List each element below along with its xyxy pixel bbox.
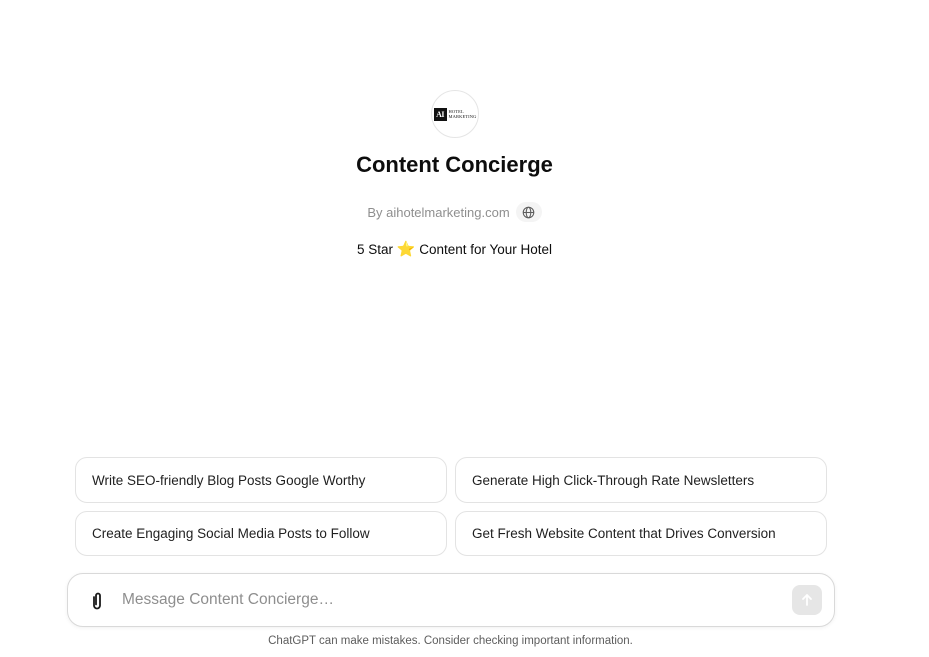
gpt-logo: AI HOTEL MARKETING: [433, 107, 477, 121]
logo-line-2: MARKETING: [448, 114, 477, 119]
suggestion-label: Get Fresh Website Content that Drives Co…: [472, 526, 776, 541]
chat-page: AI HOTEL MARKETING Content Concierge By …: [0, 0, 929, 657]
gpt-tagline: 5 Star ⭐ Content for Your Hotel: [0, 240, 909, 258]
arrow-up-icon: [802, 594, 812, 606]
gpt-title: Content Concierge: [356, 152, 553, 177]
suggestion-label: Create Engaging Social Media Posts to Fo…: [92, 526, 370, 541]
suggestion-website-content[interactable]: Get Fresh Website Content that Drives Co…: [455, 511, 827, 556]
gpt-byline: By aihotelmarketing.com: [0, 202, 909, 222]
disclaimer-text: ChatGPT can make mistakes. Consider chec…: [268, 635, 633, 647]
suggestion-blog-posts[interactable]: Write SEO-friendly Blog Posts Google Wor…: [75, 457, 447, 503]
suggestion-newsletters[interactable]: Generate High Click-Through Rate Newslet…: [455, 457, 827, 503]
logo-text: HOTEL MARKETING: [449, 109, 477, 119]
globe-icon[interactable]: [515, 202, 542, 222]
send-button[interactable]: [792, 585, 822, 615]
message-input[interactable]: [122, 584, 772, 616]
logo-mark: AI: [433, 107, 447, 121]
suggestion-label: Generate High Click-Through Rate Newslet…: [472, 472, 755, 488]
star-icon: ⭐: [396, 241, 416, 258]
suggestion-social-media[interactable]: Create Engaging Social Media Posts to Fo…: [75, 511, 447, 556]
gpt-avatar: AI HOTEL MARKETING: [431, 90, 479, 138]
tagline-end: Content for Your Hotel: [419, 242, 553, 257]
suggestion-label: Write SEO-friendly Blog Posts Google Wor…: [92, 472, 366, 488]
byline-text: By aihotelmarketing.com: [367, 204, 510, 220]
message-composer: [67, 573, 835, 627]
paperclip-icon[interactable]: [86, 590, 108, 612]
tagline-start: 5 Star: [356, 242, 393, 257]
